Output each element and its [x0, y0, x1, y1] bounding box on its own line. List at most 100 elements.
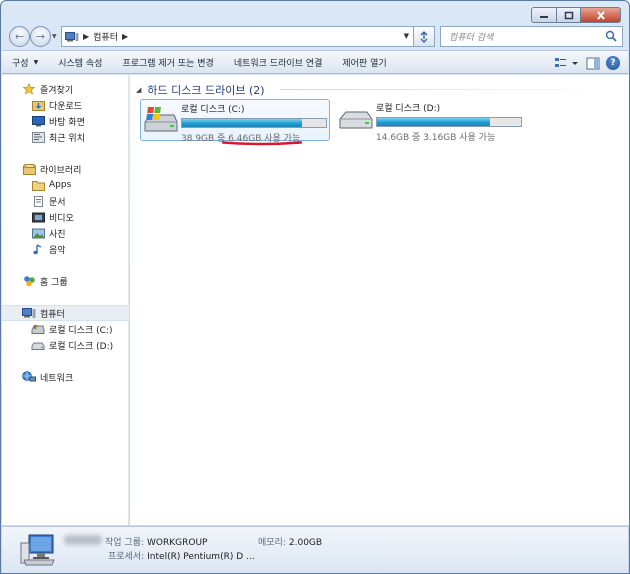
navigation-bar: ← → ▼ ▶ 컴퓨터 ▶ ▼ 컴퓨터 검색: [1, 23, 629, 49]
sidebar-item-label: 컴퓨터: [40, 309, 65, 320]
system-properties-button[interactable]: 시스템 속성: [48, 51, 112, 73]
music-icon: [31, 243, 45, 255]
sidebar-item-network[interactable]: 네트워크: [2, 369, 129, 385]
sidebar-item-label: 문서: [49, 197, 66, 208]
sidebar-item-homegroup[interactable]: 홈 그룹: [2, 273, 129, 289]
drive-free-space: 14.6GB 중 3.16GB 사용 가능: [376, 133, 496, 143]
chevron-down-icon: ▼: [33, 58, 39, 66]
sidebar-item-label: 음악: [49, 245, 66, 256]
sidebar-item-label: 네트워크: [40, 373, 74, 384]
refresh-button[interactable]: [414, 26, 435, 47]
sidebar-item-downloads[interactable]: 다운로드: [2, 97, 129, 113]
recent-places-icon: [31, 131, 45, 143]
drive-usage-bar: [376, 117, 522, 127]
details-pane: 작업 그룹: WORKGROUP 메모리: 2.00GB 프로세서: Intel(R)…: [2, 526, 628, 573]
downloads-folder-icon: [31, 99, 45, 111]
sidebar-item-label: Apps: [49, 180, 72, 190]
sidebar-item-favorites[interactable]: 즐겨찾기: [2, 81, 129, 97]
sidebar-item-label: 로컬 디스크 (C:): [49, 325, 113, 336]
desktop-icon: [31, 115, 45, 127]
sidebar-item-recent-places[interactable]: 최근 위치: [2, 129, 129, 145]
view-controls: ?: [548, 53, 620, 73]
redacted-computer-name: [64, 535, 102, 545]
help-button[interactable]: ?: [606, 53, 620, 73]
system-drive-icon: [141, 100, 181, 140]
video-icon: [31, 211, 45, 223]
group-divider: [280, 89, 618, 90]
drive-name: 로컬 디스크 (C:): [181, 105, 245, 115]
command-bar: 구성 ▼ 시스템 속성 프로그램 제거 또는 변경 네트워크 드라이브 연결 제…: [2, 50, 628, 74]
drive-tile-c[interactable]: 로컬 디스크 (C:) 38.9GB 중 6.46GB 사용 가능: [140, 99, 330, 144]
minimize-icon: [540, 16, 548, 18]
group-title: 하드 디스크 드라이브 (2): [147, 84, 265, 97]
sidebar-item-drive-d[interactable]: 로컬 디스크 (D:): [2, 337, 129, 353]
workgroup-info: 작업 그룹: WORKGROUP: [105, 538, 208, 548]
system-drive-icon: [31, 323, 45, 335]
drive-name: 로컬 디스크 (D:): [376, 104, 441, 114]
sidebar-item-label: 비디오: [49, 213, 74, 224]
sidebar-item-drive-c[interactable]: 로컬 디스크 (C:): [2, 321, 129, 337]
sidebar-item-label: 로컬 디스크 (D:): [49, 341, 114, 352]
sidebar-item-computer[interactable]: 컴퓨터: [2, 305, 129, 321]
sidebar-item-music[interactable]: 음악: [2, 241, 129, 257]
close-icon: [596, 10, 605, 20]
map-network-drive-button[interactable]: 네트워크 드라이브 연결: [224, 51, 333, 73]
search-icon[interactable]: [605, 30, 617, 42]
address-bar[interactable]: ▶ 컴퓨터 ▶ ▼: [61, 26, 414, 47]
computer-icon: [65, 31, 79, 41]
address-history-dropdown[interactable]: ▼: [404, 32, 409, 40]
preview-pane-button[interactable]: [586, 53, 600, 73]
open-control-panel-button[interactable]: 제어판 열기: [332, 51, 396, 73]
organize-label: 구성: [12, 58, 29, 69]
sidebar-item-label: 홈 그룹: [40, 277, 68, 288]
sidebar-item-label: 최근 위치: [49, 133, 85, 144]
organize-button[interactable]: 구성 ▼: [2, 51, 48, 73]
sidebar-item-desktop[interactable]: 바탕 화면: [2, 113, 129, 129]
recent-pages-dropdown[interactable]: ▼: [52, 33, 57, 40]
help-icon: ?: [606, 56, 620, 70]
sidebar-item-libraries[interactable]: 라이브러리: [2, 161, 129, 177]
drive-icon: [336, 99, 376, 139]
search-input[interactable]: 컴퓨터 검색: [449, 30, 493, 43]
close-button[interactable]: [581, 7, 621, 23]
folder-icon: [31, 179, 45, 191]
uninstall-program-button[interactable]: 프로그램 제거 또는 변경: [112, 51, 223, 73]
change-view-button[interactable]: [554, 53, 580, 73]
sidebar-item-video[interactable]: 비디오: [2, 209, 129, 225]
documents-icon: [31, 195, 45, 207]
processor-info: 프로세서: Intel(R) Pentium(R) D ...: [108, 552, 255, 562]
maximize-icon: [564, 11, 573, 19]
forward-button[interactable]: →: [30, 26, 51, 47]
drive-icon: [31, 339, 45, 351]
breadcrumb-computer[interactable]: 컴퓨터: [93, 30, 118, 43]
minimize-button[interactable]: [531, 7, 557, 23]
sidebar-item-pictures[interactable]: 사진: [2, 225, 129, 241]
sidebar-item-apps[interactable]: Apps: [2, 177, 129, 193]
maximize-button[interactable]: [557, 7, 581, 23]
drive-tile-d[interactable]: 로컬 디스크 (D:) 14.6GB 중 3.16GB 사용 가능: [336, 99, 526, 143]
caption-buttons: [531, 7, 621, 23]
sidebar-item-label: 라이브러리: [40, 165, 82, 176]
breadcrumb-separator-icon[interactable]: ▶: [122, 32, 128, 41]
sidebar-item-label: 다운로드: [49, 101, 83, 112]
back-arrow-icon: ←: [14, 30, 25, 43]
back-button[interactable]: ←: [9, 26, 30, 47]
sidebar-item-label: 바탕 화면: [49, 117, 85, 128]
computer-icon: [22, 307, 36, 319]
sidebar-item-label: 사진: [49, 229, 66, 240]
computer-icon: [20, 534, 55, 566]
drive-usage-fill: [182, 119, 303, 127]
memory-info: 메모리: 2.00GB: [258, 538, 323, 548]
breadcrumb-separator-icon: ▶: [83, 32, 90, 41]
library-icon: [22, 163, 36, 175]
forward-arrow-icon: →: [35, 30, 46, 43]
collapse-triangle-icon[interactable]: ◢: [136, 86, 141, 94]
content-pane: ◢ 하드 디스크 드라이브 (2) 로컬 디스크 (C:) 38.9GB 중 6…: [130, 75, 629, 525]
search-box[interactable]: 컴퓨터 검색: [440, 26, 623, 47]
homegroup-icon: [22, 275, 36, 287]
sidebar-item-documents[interactable]: 문서: [2, 193, 129, 209]
preview-pane-icon: [586, 57, 600, 69]
navigation-pane: 즐겨찾기 다운로드 바탕 화면 최근 위치 라이브러리 Apps 문서 비디오 …: [2, 75, 129, 525]
group-header-hard-disk-drives[interactable]: ◢ 하드 디스크 드라이브 (2): [136, 82, 265, 98]
view-options-icon: [555, 58, 578, 67]
